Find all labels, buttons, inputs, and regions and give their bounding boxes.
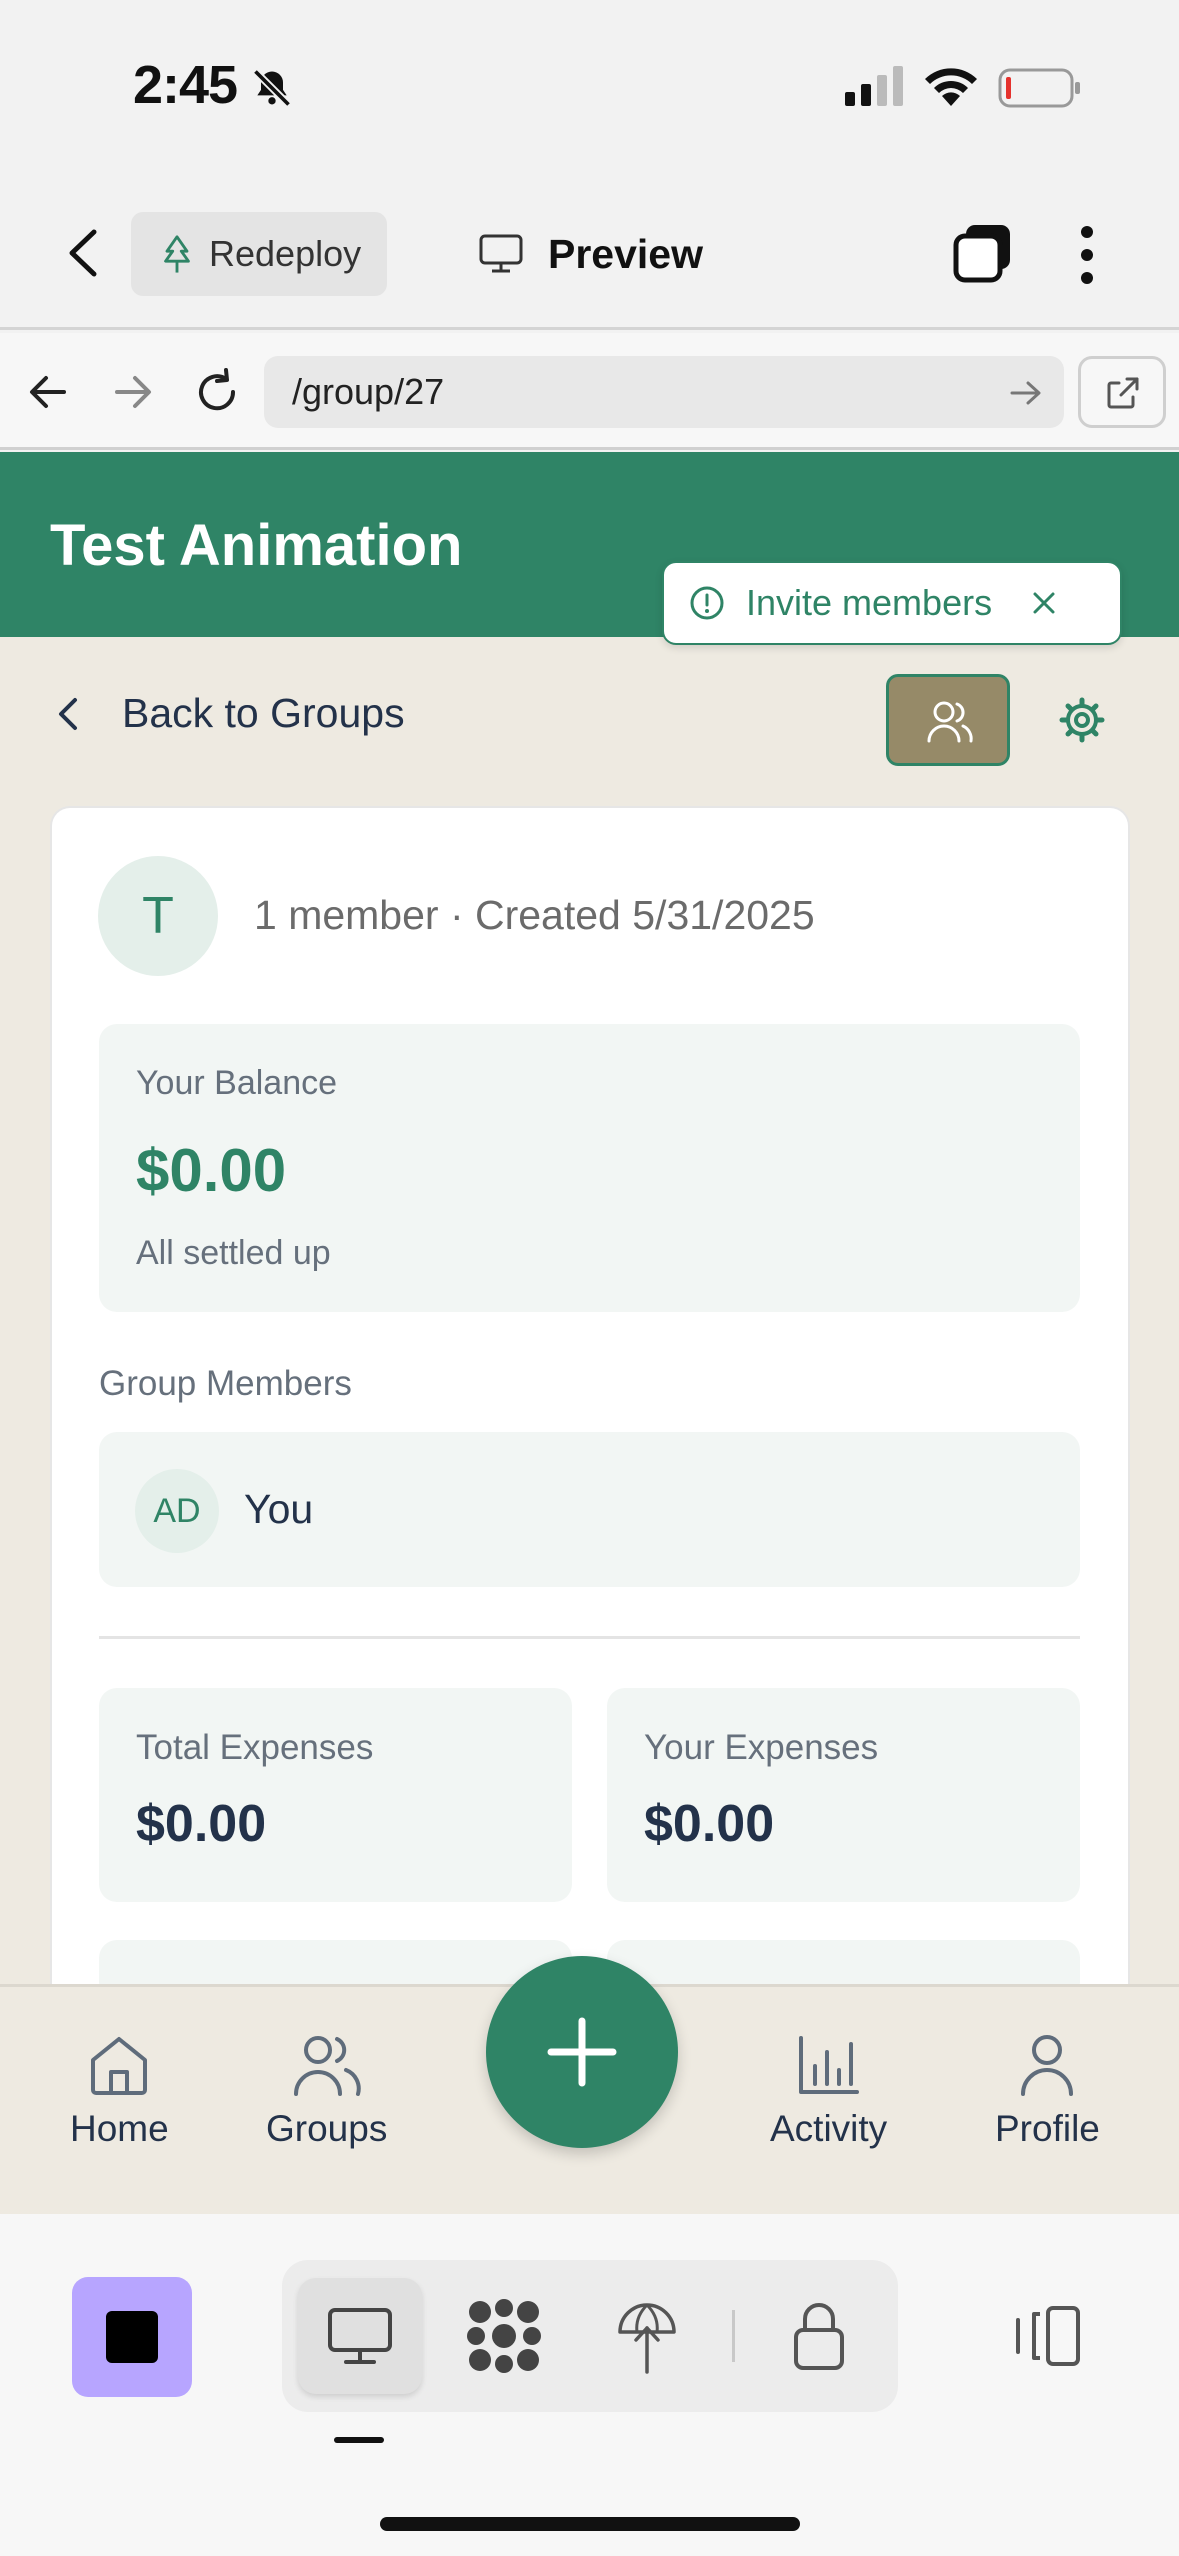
group-avatar: T xyxy=(98,856,218,976)
desktop-view-button[interactable] xyxy=(298,2278,422,2394)
tree-icon xyxy=(159,234,195,274)
apps-grid-icon[interactable] xyxy=(466,2298,542,2374)
add-expense-button[interactable] xyxy=(486,1956,678,2148)
back-to-groups-label: Back to Groups xyxy=(122,690,405,736)
redeploy-button[interactable]: Redeploy xyxy=(131,212,387,296)
nav-profile-label: Profile xyxy=(995,2108,1100,2149)
nav-activity-label: Activity xyxy=(770,2108,888,2149)
stop-button[interactable] xyxy=(72,2277,192,2397)
members-heading: Group Members xyxy=(99,1364,352,1403)
group-meta: 1 member · Created 5/31/2025 xyxy=(254,892,815,938)
page-title: Test Animation xyxy=(50,513,463,578)
info-icon xyxy=(688,584,726,622)
nav-forward-arrow-icon[interactable] xyxy=(113,372,153,412)
nav-back-arrow-icon[interactable] xyxy=(28,372,68,412)
nav-groups-label: Groups xyxy=(266,2108,388,2149)
total-expenses-value: $0.00 xyxy=(136,1795,267,1853)
plus-icon xyxy=(547,2017,617,2087)
users-icon xyxy=(292,2034,362,2096)
url-text: /group/27 xyxy=(292,371,445,412)
your-expenses-value: $0.00 xyxy=(644,1795,775,1853)
bar-chart-icon xyxy=(797,2034,861,2096)
reload-icon[interactable] xyxy=(193,368,241,416)
open-external-button[interactable] xyxy=(1078,356,1166,428)
bell-slash-icon xyxy=(250,66,294,110)
nav-profile[interactable]: Profile xyxy=(995,2034,1100,2150)
lock-icon[interactable] xyxy=(792,2300,846,2372)
status-time: 2:45 xyxy=(133,55,238,115)
preview-label: Preview xyxy=(548,230,703,277)
nav-home[interactable]: Home xyxy=(70,2034,169,2150)
cellular-icon xyxy=(845,66,905,108)
your-expenses-label: Your Expenses xyxy=(644,1728,879,1767)
back-chevron-icon[interactable] xyxy=(64,228,104,278)
invite-members-label: Invite members xyxy=(746,582,993,623)
stop-icon xyxy=(106,2311,158,2363)
balance-label: Your Balance xyxy=(136,1064,338,1102)
balance-status: All settled up xyxy=(136,1234,331,1272)
home-icon xyxy=(87,2034,151,2096)
user-icon xyxy=(1017,2034,1077,2096)
toolbar-separator xyxy=(732,2310,735,2362)
back-to-groups-link[interactable]: Back to Groups xyxy=(56,690,405,737)
total-expenses-label: Total Expenses xyxy=(136,1728,374,1767)
avatar: AD xyxy=(135,1469,219,1553)
members-button[interactable] xyxy=(886,674,1010,766)
nav-groups[interactable]: Groups xyxy=(266,2034,387,2150)
deploy-umbrella-icon[interactable] xyxy=(616,2298,678,2374)
users-icon xyxy=(926,699,974,743)
monitor-icon xyxy=(478,233,524,275)
url-input[interactable]: /group/27 xyxy=(264,356,1064,428)
divider xyxy=(99,1636,1080,1639)
nav-activity[interactable]: Activity xyxy=(770,2034,887,2150)
gear-icon[interactable] xyxy=(1058,696,1106,744)
active-tab-indicator xyxy=(334,2437,384,2443)
external-link-icon xyxy=(1105,375,1141,411)
wifi-icon xyxy=(922,64,980,108)
more-options-icon[interactable] xyxy=(1078,224,1096,286)
chevron-left-icon xyxy=(56,695,80,733)
nav-home-label: Home xyxy=(70,2108,169,2149)
monitor-icon xyxy=(326,2306,394,2366)
windows-icon[interactable] xyxy=(952,222,1014,284)
preview-tab[interactable]: Preview xyxy=(478,222,703,286)
balance-value: $0.00 xyxy=(136,1137,287,1204)
member-name: You xyxy=(244,1486,314,1532)
redeploy-label: Redeploy xyxy=(209,233,362,274)
close-icon[interactable] xyxy=(1030,589,1058,617)
go-arrow-icon[interactable] xyxy=(1010,380,1042,406)
device-frame-icon[interactable] xyxy=(1010,2304,1082,2368)
invite-members-toast[interactable]: Invite members xyxy=(662,561,1122,645)
battery-low-icon xyxy=(998,68,1082,108)
home-indicator[interactable] xyxy=(380,2517,800,2531)
